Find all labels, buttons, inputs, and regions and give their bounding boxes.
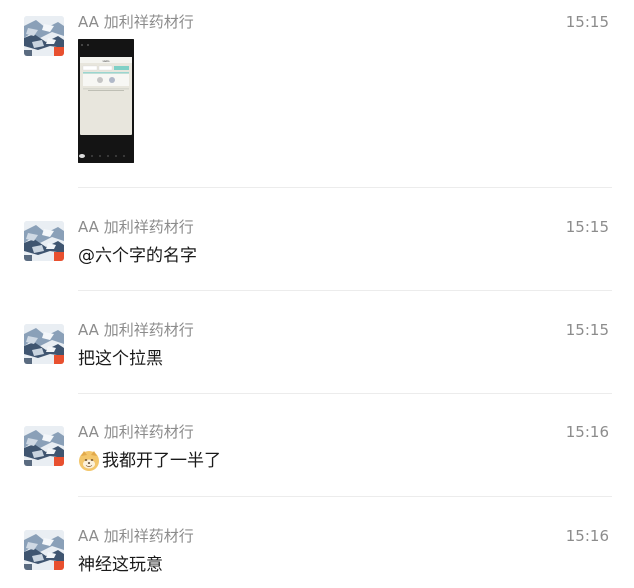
avatar-image xyxy=(24,324,64,364)
sender-name: AA 加利祥药材行 xyxy=(78,527,194,545)
chat-message: AA 加利祥药材行 15:15 @六个字的名字 xyxy=(0,205,634,291)
avatar-image xyxy=(24,221,64,261)
message-divider xyxy=(78,393,612,394)
sender-name: AA 加利祥药材行 xyxy=(78,218,194,236)
sender-name: AA 加利祥药材行 xyxy=(78,423,194,441)
avatar[interactable] xyxy=(24,16,64,56)
chat-message: AA 加利祥药材行 15:16 我都开了一半了 xyxy=(0,410,634,497)
message-text: 神经这玩意 xyxy=(78,555,163,575)
message-time: 15:16 xyxy=(565,527,609,545)
sender-name: AA 加利祥药材行 xyxy=(78,321,194,339)
avatar-image xyxy=(24,16,64,56)
image-attachment[interactable]: Hello xyxy=(78,39,134,163)
message-divider xyxy=(78,187,612,188)
avatar[interactable] xyxy=(24,530,64,570)
avatar[interactable] xyxy=(24,426,64,466)
message-time: 15:16 xyxy=(565,423,609,441)
avatar[interactable] xyxy=(24,221,64,261)
chat-message: AA 加利祥药材行 15:16 神经这玩意 xyxy=(0,514,634,588)
image-thumbnail: Hello xyxy=(78,39,134,163)
avatar[interactable] xyxy=(24,324,64,364)
message-text: 我都开了一半了 xyxy=(102,451,221,471)
doge-emoji-icon xyxy=(79,451,99,471)
avatar-image xyxy=(24,530,64,570)
message-divider xyxy=(78,496,612,497)
message-divider xyxy=(78,290,612,291)
chat-message: AA 加利祥药材行 15:15 Hello xyxy=(0,0,634,188)
message-text-row: 我都开了一半了 xyxy=(78,449,221,473)
message-text: 把这个拉黑 xyxy=(78,349,163,369)
message-time: 15:15 xyxy=(565,321,609,339)
avatar-image xyxy=(24,426,64,466)
message-text: @六个字的名字 xyxy=(78,246,197,266)
thumbnail-title: Hello xyxy=(103,59,110,63)
message-time: 15:15 xyxy=(565,218,609,236)
chat-message: AA 加利祥药材行 15:15 把这个拉黑 xyxy=(0,308,634,394)
message-time: 15:15 xyxy=(565,13,609,31)
sender-name: AA 加利祥药材行 xyxy=(78,13,194,31)
